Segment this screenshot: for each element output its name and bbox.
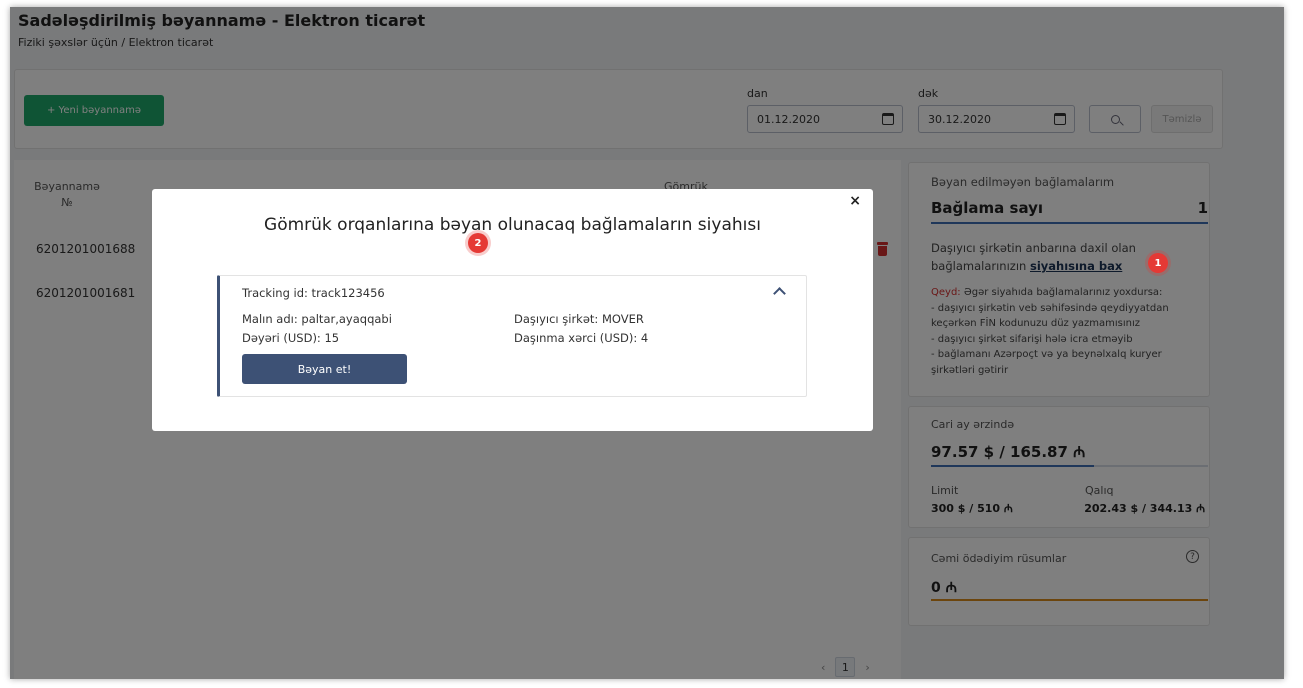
goods-value: paltar,ayaqqabi [301, 312, 392, 326]
carrier-value: MOVER [601, 312, 644, 326]
modal-title: Gömrük orqanlarına bəyan olunacaq bağlam… [264, 215, 761, 235]
app-frame: Sadələşdirilmiş bəyannamə - Elektron tic… [10, 7, 1284, 679]
value-value: 15 [324, 331, 340, 345]
declare-button[interactable]: Bəyan et! [242, 354, 407, 384]
package-card: Tracking id: track123456 Malın adı: palt… [217, 275, 807, 397]
package-list-modal: × Gömrük orqanlarına bəyan olunacaq bağl… [152, 189, 873, 431]
chevron-up-icon[interactable] [773, 287, 786, 300]
value-field: Dəyəri (USD): 15 [242, 331, 339, 345]
value-label: Dəyəri (USD): [242, 331, 321, 345]
goods-label: Malın adı: [242, 312, 298, 326]
step-badge-2: 2 [468, 233, 488, 253]
tracking-id: Tracking id: track123456 [242, 286, 385, 300]
carrier-label: Daşıyıcı şirkət: [514, 312, 599, 326]
carrier-field: Daşıyıcı şirkət: MOVER [514, 312, 644, 326]
shipping-field: Daşınma xərci (USD): 4 [514, 331, 648, 345]
shipping-label: Daşınma xərci (USD): [514, 331, 638, 345]
shipping-value: 4 [640, 331, 649, 345]
close-icon[interactable]: × [849, 193, 861, 209]
goods-field: Malın adı: paltar,ayaqqabi [242, 312, 392, 326]
step-badge-1: 1 [1148, 253, 1168, 273]
